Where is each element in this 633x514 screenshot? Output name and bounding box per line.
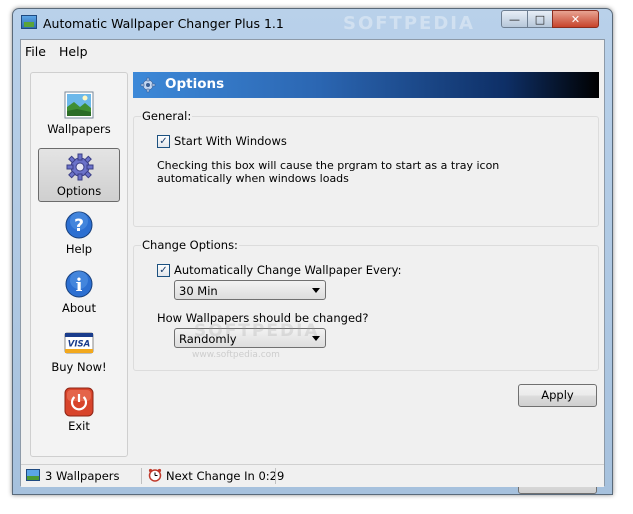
gear-icon: [140, 77, 156, 93]
sidebar-item-wallpapers[interactable]: Wallpapers: [38, 87, 120, 141]
status-separator: [275, 468, 276, 484]
app-window: Automatic Wallpaper Changer Plus 1.1 SOF…: [12, 8, 613, 495]
content-watermark: SOFTPEDIA: [194, 321, 320, 341]
sidebar-item-options[interactable]: Options: [38, 148, 120, 202]
close-button[interactable]: ✕: [552, 10, 599, 28]
auto-change-label[interactable]: Automatically Change Wallpaper Every:: [174, 263, 401, 277]
interval-dropdown[interactable]: 30 Min: [174, 280, 326, 300]
window-title: Automatic Wallpaper Changer Plus 1.1: [43, 16, 284, 31]
menu-file[interactable]: File: [25, 44, 46, 59]
general-group-label: General:: [141, 109, 193, 123]
sidebar-item-buy-now[interactable]: VISA Buy Now!: [38, 325, 120, 379]
minimize-button[interactable]: —: [501, 10, 528, 28]
interval-dropdown-value: 30 Min: [179, 284, 218, 298]
menu-help[interactable]: Help: [59, 44, 88, 59]
start-with-windows-label[interactable]: Start With Windows: [174, 134, 287, 148]
change-options-group: Change Options: ✓ Automatically Change W…: [133, 238, 599, 371]
wallpaper-landscape-icon: [64, 91, 94, 119]
sidebar-item-exit[interactable]: Exit: [38, 384, 120, 438]
svg-text:?: ?: [74, 216, 84, 236]
title-watermark: SOFTPEDIA: [343, 13, 475, 34]
sidebar-label-buy-now: Buy Now!: [51, 360, 107, 374]
visa-card-icon: VISA: [64, 332, 94, 354]
sidebar: Wallpapers Options ? Help i About VISA B…: [30, 72, 128, 457]
alarm-clock-icon: [148, 468, 162, 482]
sidebar-label-exit: Exit: [68, 419, 90, 433]
menu-bar: File Help: [21, 40, 604, 62]
sidebar-label-wallpapers: Wallpapers: [47, 122, 111, 136]
change-options-group-label: Change Options:: [141, 238, 239, 252]
title-bar[interactable]: Automatic Wallpaper Changer Plus 1.1 SOF…: [13, 9, 612, 37]
chevron-down-icon: [312, 288, 320, 293]
general-group: General: ✓ Start With Windows Checking t…: [133, 109, 599, 227]
client-area: File Help Wallpapers Options ? Help i Ab…: [20, 39, 605, 494]
gear-icon: [66, 153, 94, 181]
sidebar-item-about[interactable]: i About: [38, 266, 120, 320]
next-change-timer: Next Change In 0:29: [166, 469, 285, 483]
panel-header: Options: [133, 72, 599, 98]
start-with-windows-checkbox[interactable]: ✓: [157, 135, 170, 148]
auto-change-checkbox[interactable]: ✓: [157, 264, 170, 277]
content-watermark-url: www.softpedia.com: [192, 350, 280, 360]
help-question-icon: ?: [65, 211, 93, 239]
sidebar-item-help[interactable]: ? Help: [38, 207, 120, 261]
maximize-button[interactable]: □: [527, 10, 553, 28]
app-icon[interactable]: [21, 15, 37, 29]
svg-text:VISA: VISA: [68, 340, 90, 350]
wallpaper-count: 3 Wallpapers: [45, 469, 120, 483]
options-panel: Options General: ✓ Start With Windows Ch…: [133, 72, 599, 494]
power-exit-icon: [64, 387, 94, 417]
svg-text:i: i: [76, 275, 83, 296]
info-icon: i: [65, 270, 93, 298]
sidebar-label-options: Options: [56, 184, 102, 198]
sidebar-label-about: About: [61, 301, 96, 315]
wallpaper-icon: [26, 469, 40, 481]
status-bar: 3 Wallpapers Next Change In 0:29: [21, 464, 604, 487]
start-with-windows-description: Checking this box will cause the prgram …: [157, 159, 500, 185]
status-separator: [141, 468, 142, 484]
sidebar-label-help: Help: [65, 242, 93, 256]
apply-button[interactable]: Apply: [518, 384, 597, 407]
panel-title: Options: [165, 76, 225, 92]
